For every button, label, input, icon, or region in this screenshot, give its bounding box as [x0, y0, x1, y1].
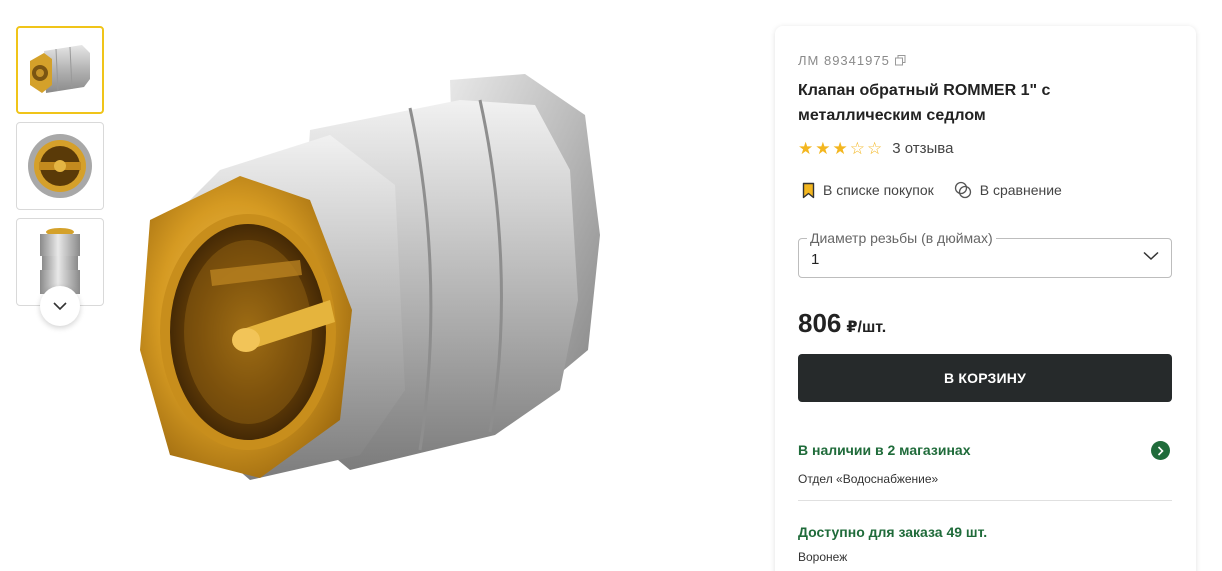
reviews-link[interactable]: 3 отзыва: [892, 140, 953, 157]
chevron-right-icon: [1157, 445, 1164, 456]
price-unit: ₽/шт.: [846, 319, 887, 336]
compare-button[interactable]: В сравнение: [954, 181, 1062, 199]
thumbnail-list: [16, 26, 104, 314]
thread-diameter-label: Диаметр резьбы (в дюймах): [807, 230, 996, 246]
thread-diameter-select[interactable]: Диаметр резьбы (в дюймах) 1: [798, 230, 1172, 278]
chevron-down-icon: [1143, 251, 1159, 261]
city-text: Воронеж: [798, 550, 848, 564]
thumbnails-scroll-down-button[interactable]: [40, 286, 80, 326]
main-product-image[interactable]: [130, 60, 670, 510]
compare-label: В сравнение: [979, 182, 1062, 198]
product-actions: В списке покупок В сравнение: [802, 181, 1082, 199]
thumbnail-1[interactable]: [16, 26, 104, 114]
star-filled-icon: ★: [815, 139, 831, 158]
price-value: 806: [798, 308, 842, 338]
thread-diameter-value: 1: [811, 251, 820, 268]
order-availability: Доступно для заказа 49 шт.: [798, 524, 988, 540]
product-card: ЛМ 89341975 Клапан обратный ROMMER 1" с …: [775, 26, 1196, 571]
compare-icon: [954, 181, 971, 199]
star-filled-icon: ★: [798, 139, 814, 158]
valve-inside-thumbnail-image: [28, 134, 92, 198]
product-title: Клапан обратный ROMMER 1" с металлически…: [798, 82, 1051, 124]
star-empty-icon: ☆: [867, 139, 883, 158]
thumbnail-2[interactable]: [16, 122, 104, 210]
star-filled-icon: ★: [832, 139, 848, 158]
bookmark-icon: [802, 182, 815, 198]
copy-icon[interactable]: [894, 55, 906, 66]
article-number: ЛМ 89341975: [798, 53, 906, 68]
divider: [798, 500, 1172, 501]
stock-availability-link[interactable]: В наличии в 2 магазинах: [798, 442, 970, 458]
star-empty-icon: ☆: [849, 139, 865, 158]
chevron-down-icon: [53, 301, 67, 310]
valve-thumbnail-image: [30, 45, 90, 93]
add-to-cart-button[interactable]: В КОРЗИНУ: [798, 354, 1172, 402]
price: 806 ₽/шт.: [798, 308, 886, 339]
article-number-text: ЛМ 89341975: [798, 53, 890, 68]
shopping-list-button[interactable]: В списке покупок: [802, 182, 934, 199]
department-text: Отдел «Водоснабжение»: [798, 472, 939, 486]
stock-arrow-button[interactable]: [1151, 441, 1170, 460]
shopping-list-label: В списке покупок: [823, 182, 934, 198]
product-rating[interactable]: ★ ★ ★ ☆ ☆ 3 отзыва: [798, 140, 953, 157]
